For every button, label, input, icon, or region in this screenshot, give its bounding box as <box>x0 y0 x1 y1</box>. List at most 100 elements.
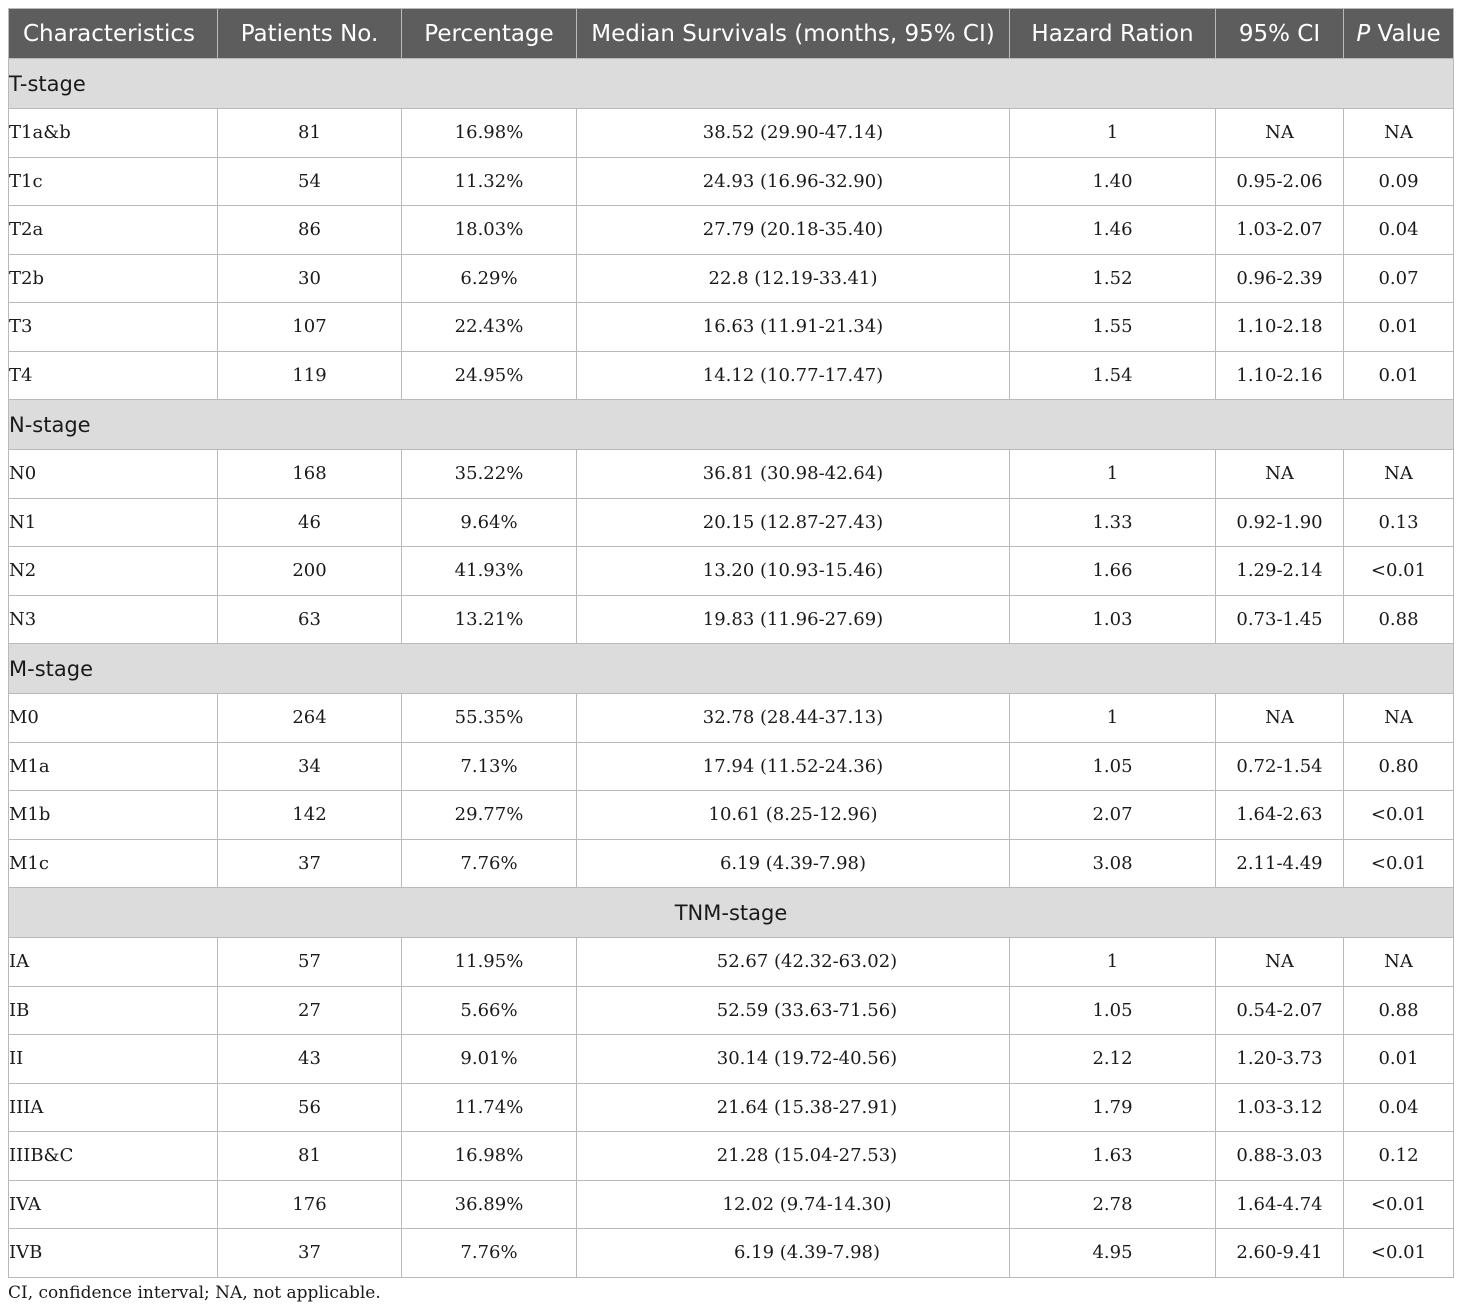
cell-ci: 2.11-4.49 <box>1215 838 1344 888</box>
cell-ci: 0.95-2.06 <box>1215 156 1344 206</box>
cell-ci: 0.96-2.39 <box>1215 253 1344 303</box>
cell-hazard-ratio: 1.79 <box>1009 1082 1216 1132</box>
cell-median-survival: 10.61 (8.25-12.96) <box>576 790 1010 840</box>
cell-hazard-ratio: 2.78 <box>1009 1179 1216 1229</box>
table-row: II 43 9.01% 30.14 (19.72-40.56) 2.12 1.20-3.7… <box>8 1034 1454 1084</box>
table-row: M1a 34 7.13% 17.94 (11.52-24.36) 1.05 0.72-1.… <box>8 741 1454 791</box>
cell-p-value: <0.01 <box>1343 838 1454 888</box>
cell-patients: 27 <box>217 985 402 1035</box>
cell-ci: 0.88-3.03 <box>1215 1131 1344 1181</box>
cell-hazard-ratio: 1.03 <box>1009 594 1216 644</box>
cell-median-survival: 52.67 (42.32-63.02) <box>576 937 1010 987</box>
cell-patients: 119 <box>217 350 402 400</box>
cell-percentage: 13.21% <box>401 594 577 644</box>
group-title: N-stage <box>8 399 1454 450</box>
table-row: N0 168 35.22% 36.81 (30.98-42.64) 1 NA NA <box>8 449 1454 499</box>
cell-percentage: 7.76% <box>401 1228 577 1278</box>
cell-p-value: <0.01 <box>1343 790 1454 840</box>
cell-hazard-ratio: 1 <box>1009 693 1216 743</box>
cell-percentage: 36.89% <box>401 1179 577 1229</box>
cell-hazard-ratio: 1.05 <box>1009 741 1216 791</box>
cell-ci: NA <box>1215 108 1344 158</box>
cell-p-value: NA <box>1343 108 1454 158</box>
cell-percentage: 9.01% <box>401 1034 577 1084</box>
cell-p-value: 0.07 <box>1343 253 1454 303</box>
cell-hazard-ratio: 3.08 <box>1009 838 1216 888</box>
table-row: T2b 30 6.29% 22.8 (12.19-33.41) 1.52 0.96-2.3… <box>8 253 1454 303</box>
cell-patients: 57 <box>217 937 402 987</box>
cell-p-value: 0.04 <box>1343 205 1454 255</box>
cell-patients: 176 <box>217 1179 402 1229</box>
cell-p-value: <0.01 <box>1343 1179 1454 1229</box>
table-row: T2a 86 18.03% 27.79 (20.18-35.40) 1.46 1.03-2… <box>8 205 1454 255</box>
cell-patients: 200 <box>217 546 402 596</box>
cell-percentage: 7.76% <box>401 838 577 888</box>
table-row: M0 264 55.35% 32.78 (28.44-37.13) 1 NA NA <box>8 693 1454 743</box>
table-footnote: CI, confidence interval; NA, not applica… <box>8 1283 381 1303</box>
cell-percentage: 16.98% <box>401 1131 577 1181</box>
cell-patients: 37 <box>217 1228 402 1278</box>
cell-p-value: 0.88 <box>1343 985 1454 1035</box>
table-row: T3 107 22.43% 16.63 (11.91-21.34) 1.55 1.10-2… <box>8 302 1454 352</box>
cell-p-value: <0.01 <box>1343 1228 1454 1278</box>
cell-p-value: <0.01 <box>1343 546 1454 596</box>
cell-p-value: NA <box>1343 937 1454 987</box>
cell-percentage: 6.29% <box>401 253 577 303</box>
cell-median-survival: 6.19 (4.39-7.98) <box>576 838 1010 888</box>
cell-percentage: 9.64% <box>401 497 577 547</box>
cell-median-survival: 32.78 (28.44-37.13) <box>576 693 1010 743</box>
cell-characteristic: IA <box>8 937 218 987</box>
cell-patients: 46 <box>217 497 402 547</box>
table-row: IA 57 11.95% 52.67 (42.32-63.02) 1 NA NA <box>8 937 1454 987</box>
group-row: N-stage <box>8 399 1454 450</box>
cell-ci: 1.64-4.74 <box>1215 1179 1344 1229</box>
table-row: IB 27 5.66% 52.59 (33.63-71.56) 1.05 0.54-2.0… <box>8 985 1454 1035</box>
cell-p-value: 0.01 <box>1343 1034 1454 1084</box>
header-patients-no: Patients No. <box>217 8 402 59</box>
header-p-value: P Value <box>1343 8 1454 59</box>
cell-median-survival: 13.20 (10.93-15.46) <box>576 546 1010 596</box>
header-characteristics: Characteristics <box>8 8 218 59</box>
cell-patients: 81 <box>217 1131 402 1181</box>
cell-hazard-ratio: 1.55 <box>1009 302 1216 352</box>
header-95-ci: 95% CI <box>1215 8 1344 59</box>
cell-hazard-ratio: 1.46 <box>1009 205 1216 255</box>
table-row: T1c 54 11.32% 24.93 (16.96-32.90) 1.40 0.95-2… <box>8 156 1454 206</box>
cell-hazard-ratio: 1.52 <box>1009 253 1216 303</box>
header-value-label: Value <box>1370 20 1441 47</box>
table-row: IIIB&C 81 16.98% 21.28 (15.04-27.53) 1.63 0.8… <box>8 1131 1454 1181</box>
cell-median-survival: 22.8 (12.19-33.41) <box>576 253 1010 303</box>
cell-median-survival: 19.83 (11.96-27.69) <box>576 594 1010 644</box>
cell-percentage: 11.95% <box>401 937 577 987</box>
cell-patients: 107 <box>217 302 402 352</box>
cell-percentage: 16.98% <box>401 108 577 158</box>
cell-characteristic: IB <box>8 985 218 1035</box>
cell-characteristic: IIIB&C <box>8 1131 218 1181</box>
cell-p-value: 0.01 <box>1343 302 1454 352</box>
cell-characteristic: N0 <box>8 449 218 499</box>
cell-median-survival: 6.19 (4.39-7.98) <box>576 1228 1010 1278</box>
cell-characteristic: M1b <box>8 790 218 840</box>
cell-p-value: NA <box>1343 693 1454 743</box>
survival-table: Characteristics Patients No. Percentage … <box>8 8 1454 1278</box>
cell-median-survival: 24.93 (16.96-32.90) <box>576 156 1010 206</box>
cell-p-value: 0.09 <box>1343 156 1454 206</box>
cell-ci: 1.64-2.63 <box>1215 790 1344 840</box>
cell-median-survival: 14.12 (10.77-17.47) <box>576 350 1010 400</box>
table-row: M1c 37 7.76% 6.19 (4.39-7.98) 3.08 2.11-4.49 <… <box>8 838 1454 888</box>
header-hazard-ration: Hazard Ration <box>1009 8 1216 59</box>
cell-hazard-ratio: 2.12 <box>1009 1034 1216 1084</box>
cell-patients: 30 <box>217 253 402 303</box>
table-body: T-stage T1a&b 81 16.98% 38.52 (29.90-47.14) 1… <box>8 58 1454 1278</box>
cell-percentage: 24.95% <box>401 350 577 400</box>
group-row: M-stage <box>8 643 1454 694</box>
cell-ci: 0.73-1.45 <box>1215 594 1344 644</box>
cell-p-value: 0.04 <box>1343 1082 1454 1132</box>
cell-characteristic: T1c <box>8 156 218 206</box>
cell-characteristic: IVB <box>8 1228 218 1278</box>
cell-median-survival: 21.64 (15.38-27.91) <box>576 1082 1010 1132</box>
header-median-survivals: Median Survivals (months, 95% CI) <box>576 8 1010 59</box>
group-row: T-stage <box>8 58 1454 109</box>
cell-ci: 1.03-2.07 <box>1215 205 1344 255</box>
cell-median-survival: 30.14 (19.72-40.56) <box>576 1034 1010 1084</box>
